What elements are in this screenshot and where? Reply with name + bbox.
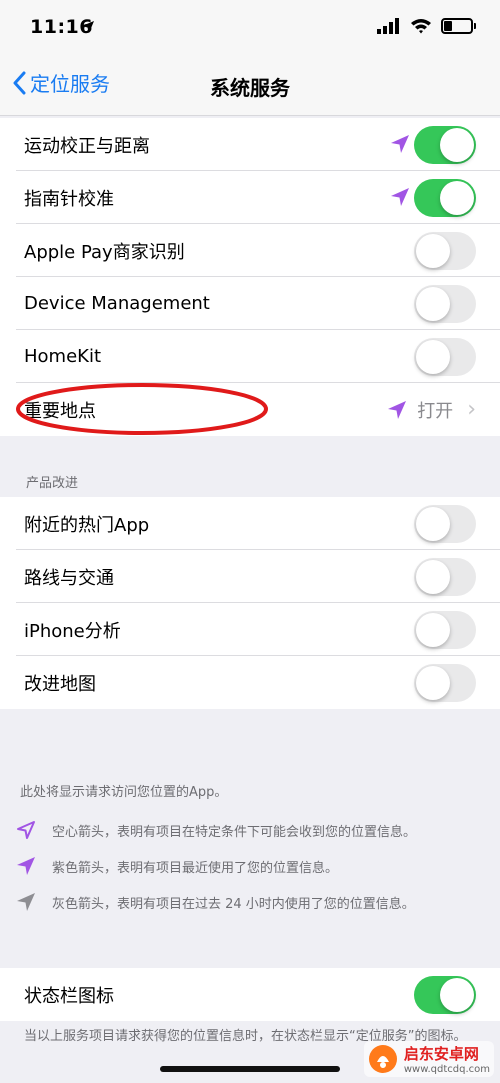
toggle-iphone-analytics[interactable] (414, 610, 476, 649)
legend-text: 紫色箭头，表明有项目最近使用了您的位置信息。 (52, 860, 339, 876)
home-indicator (160, 1066, 340, 1072)
legend-row-gray: 灰色箭头，表明有项目在过去 24 小时内使用了您的位置信息。 (16, 892, 415, 912)
row-value: 打开 (417, 400, 454, 422)
legend-row-purple: 紫色箭头，表明有项目最近使用了您的位置信息。 (16, 856, 338, 876)
row-label: 重要地点 (24, 400, 96, 422)
cellular-signal-icon (377, 18, 399, 34)
status-right (377, 18, 476, 34)
row-label: iPhone分析 (24, 620, 121, 642)
row-motion-calibration: 运动校正与距离 (0, 118, 500, 171)
legend-row-hollow: 空心箭头，表明有项目在特定条件下可能会收到您的位置信息。 (16, 820, 416, 840)
toggle-popular-near-me[interactable] (414, 504, 476, 543)
row-label: 运动校正与距离 (24, 135, 150, 157)
toggle-homekit[interactable] (414, 337, 476, 376)
nav-bar: 定位服务 系统服务 (0, 56, 500, 116)
row-status-bar-icon: 状态栏图标 (0, 968, 500, 1021)
row-label: HomeKit (24, 346, 102, 367)
row-significant-locations[interactable]: 重要地点 打开 › (0, 383, 500, 436)
toggle-motion-calibration[interactable] (414, 125, 476, 164)
section-header: 产品改进 (26, 476, 79, 491)
toggle-apple-pay-merchant[interactable] (414, 231, 476, 270)
row-label: 附近的热门App (24, 514, 150, 536)
chevron-right-icon: › (467, 397, 476, 422)
row-label: Apple Pay商家识别 (24, 241, 185, 263)
row-compass-calibration: 指南针校准 (0, 171, 500, 224)
row-label: 改进地图 (24, 673, 96, 695)
row-homekit: HomeKit (0, 330, 500, 383)
row-iphone-analytics: iPhone分析 (0, 603, 500, 656)
purple-arrow-icon (17, 857, 35, 875)
value-wrap: 打开 › (387, 397, 476, 423)
watermark-logo-icon (368, 1045, 397, 1073)
purple-arrow-icon (388, 400, 407, 419)
status-icon-group: 状态栏图标 (0, 968, 500, 1021)
product-improvement-group: 附近的热门App 路线与交通 iPhone分析 改进地图 (0, 497, 500, 709)
row-label: 路线与交通 (24, 567, 114, 589)
toggle-status-bar-icon[interactable] (414, 975, 476, 1014)
toggle-compass-calibration[interactable] (414, 178, 476, 217)
wifi-icon (411, 19, 431, 34)
battery-icon (441, 18, 476, 34)
legend-text: 空心箭头，表明有项目在特定条件下可能会收到您的位置信息。 (52, 824, 417, 840)
legend-text: 灰色箭头，表明有项目在过去 24 小时内使用了您的位置信息。 (52, 896, 415, 912)
location-status-icon (82, 21, 94, 33)
row-apple-pay-merchant: Apple Pay商家识别 (0, 224, 500, 277)
page-title: 系统服务 (210, 76, 290, 100)
watermark-title: 启东安卓网 (403, 1045, 479, 1063)
toggle-improve-maps[interactable] (414, 663, 476, 702)
row-label: 状态栏图标 (24, 985, 114, 1007)
row-device-management: Device Management (0, 277, 500, 330)
row-routing-traffic: 路线与交通 (0, 550, 500, 603)
row-improve-maps: 改进地图 (0, 656, 500, 709)
toggle-routing-traffic[interactable] (414, 557, 476, 596)
purple-arrow-icon (391, 188, 409, 206)
gray-arrow-icon (17, 893, 35, 911)
status-bar: 11:16 (0, 0, 500, 56)
system-services-group: 运动校正与距离 指南针校准 Apple Pay商家识别 Device Manag… (0, 118, 500, 436)
footer-intro: 此处将显示请求访问您位置的App。 (20, 785, 228, 800)
row-label: Device Management (24, 293, 210, 314)
row-label: 指南针校准 (24, 188, 114, 210)
hollow-arrow-icon (17, 821, 35, 839)
row-popular-near-me: 附近的热门App (0, 497, 500, 550)
watermark-url: www.qdtcdq.com (403, 1064, 490, 1075)
toggle-device-management[interactable] (414, 284, 476, 323)
purple-arrow-icon (391, 135, 409, 153)
watermark: 启东安卓网 www.qdtcdq.com (363, 1041, 494, 1077)
